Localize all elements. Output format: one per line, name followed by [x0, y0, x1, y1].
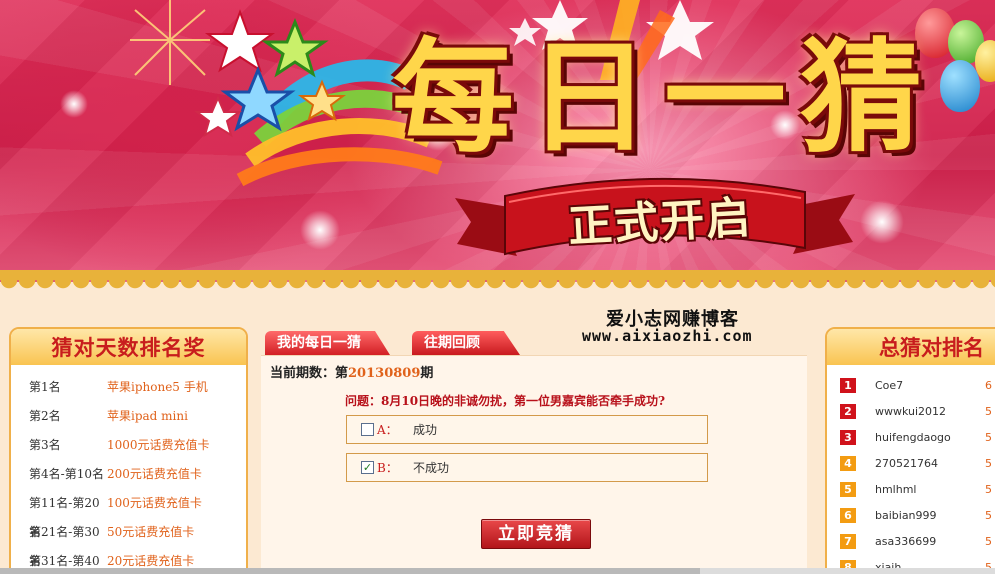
leaderboard-list: 1 Coe7 6 2 wwwkui2012 5 3 huifengdaogo 5 4 2705… [827, 365, 995, 574]
scalloped-edge [0, 280, 995, 294]
checkbox-checked-icon[interactable]: ✓ [361, 461, 374, 474]
prize-rank: 第2名 [29, 409, 61, 423]
option-text: 不成功 [413, 461, 450, 475]
banner-title-char: 猜 [800, 27, 922, 169]
ribbon-text: 正式开启 [567, 192, 754, 253]
option-b[interactable]: ✓ B： 不成功 [346, 453, 708, 482]
watermark-url: www.aixiaozhi.com [582, 327, 753, 345]
leaderboard-row: 4 270521764 5 [827, 450, 995, 476]
leaderboard-row: 2 wwwkui2012 5 [827, 398, 995, 424]
leaderboard-row: 7 asa336699 5 [827, 528, 995, 554]
rank-score: 5 [985, 430, 992, 444]
event-banner: 每 日 一 猜 正式开启 [0, 0, 995, 282]
banner-border [0, 270, 995, 280]
prize-panel: 猜对天数排名奖 第1名 苹果iphone5 手机 第2名 苹果ipad mini 第… [9, 327, 248, 574]
prize-item: 第3名 1000元话费充值卡 [11, 431, 246, 460]
leaderboard-row: 3 huifengdaogo 5 [827, 424, 995, 450]
prize-item: 第11名-第20名 100元话费充值卡 [11, 489, 246, 539]
prize-rank: 第4名-第10名 [29, 467, 104, 481]
balloon-blue [940, 60, 980, 112]
prize-item: 第2名 苹果ipad mini [11, 402, 246, 431]
prize-rank: 第21名-第30名 [29, 525, 100, 568]
sparkle [300, 210, 340, 250]
rank-user: 270521764 [875, 456, 938, 470]
rank-score: 5 [985, 404, 992, 418]
checkbox-icon[interactable] [361, 423, 374, 436]
rank-user: asa336699 [875, 534, 937, 548]
rank-badge: 2 [840, 403, 856, 419]
rank-score: 5 [985, 482, 992, 496]
submit-guess-button[interactable]: 立即竞猜 [481, 519, 591, 549]
rank-user: baibian999 [875, 508, 937, 522]
option-a[interactable]: A： 成功 [346, 415, 708, 444]
rank-badge: 3 [840, 429, 856, 445]
banner-ribbon: 正式开启 [445, 168, 865, 278]
rank-score: 5 [985, 456, 992, 470]
rank-user: huifengdaogo [875, 430, 951, 444]
prize-name: 200元话费充值卡 [107, 467, 202, 481]
period-number: 20130809 [348, 366, 421, 381]
rank-badge: 7 [840, 533, 856, 549]
prize-name: 苹果ipad mini [107, 409, 188, 423]
prize-name: 50元话费充值卡 [107, 525, 195, 539]
option-key: A： [377, 423, 398, 437]
leaderboard-row: 5 hmlhml 5 [827, 476, 995, 502]
rank-score: 6 [985, 378, 992, 392]
balloon-yellow [975, 40, 995, 82]
tab-past-review[interactable]: 往期回顾 [412, 331, 520, 355]
prize-name: 1000元话费充值卡 [107, 438, 210, 452]
scrollbar-thumb[interactable] [0, 568, 700, 574]
tab-my-daily-guess[interactable]: 我的每日一猜 [265, 331, 390, 355]
rank-user: Coe7 [875, 378, 904, 392]
banner-title-char: 一 [664, 27, 786, 169]
prize-item: 第1名 苹果iphone5 手机 [11, 373, 246, 402]
quiz-question: 问题：8月10日晚的非诚勿扰，第一位男嘉宾能否牵手成功? [345, 394, 666, 408]
horizontal-scrollbar[interactable] [0, 568, 995, 574]
prize-item: 第4名-第10名 200元话费充值卡 [11, 460, 246, 489]
leaderboard-title: 总猜对排名 [827, 329, 995, 365]
leaderboard-panel: 总猜对排名 1 Coe7 6 2 wwwkui2012 5 3 huifengdaogo 5… [825, 327, 995, 574]
banner-title-char: 日 [528, 27, 650, 169]
prize-rank: 第1名 [29, 380, 61, 394]
rank-user: hmlhml [875, 482, 917, 496]
rank-score: 5 [985, 534, 992, 548]
prize-panel-title: 猜对天数排名奖 [11, 329, 246, 365]
prize-name: 100元话费充值卡 [107, 496, 202, 510]
leaderboard-row: 6 baibian999 5 [827, 502, 995, 528]
leaderboard-row: 1 Coe7 6 [827, 372, 995, 398]
rank-score: 5 [985, 508, 992, 522]
rank-badge: 6 [840, 507, 856, 523]
banner-title: 每 日 一 猜 [385, 30, 929, 170]
rank-badge: 1 [840, 377, 856, 393]
prize-rank: 第11名-第20名 [29, 496, 100, 539]
option-text: 成功 [413, 423, 438, 437]
rank-user: wwwkui2012 [875, 404, 947, 418]
period-label: 当前期数：第 [270, 366, 349, 381]
current-period: 当前期数：第20130809期 [270, 362, 433, 381]
sparkle [60, 90, 88, 118]
prize-item: 第21名-第30名 50元话费充值卡 [11, 518, 246, 568]
sparkle [860, 200, 904, 244]
banner-title-char: 每 [392, 27, 514, 169]
prize-rank: 第3名 [29, 438, 61, 452]
option-key: B： [377, 461, 398, 475]
rank-badge: 5 [840, 481, 856, 497]
rank-badge: 4 [840, 455, 856, 471]
prize-list: 第1名 苹果iphone5 手机 第2名 苹果ipad mini 第3名 1000元话… [11, 365, 246, 574]
period-suffix: 期 [420, 366, 434, 381]
prize-name: 苹果iphone5 手机 [107, 380, 208, 394]
